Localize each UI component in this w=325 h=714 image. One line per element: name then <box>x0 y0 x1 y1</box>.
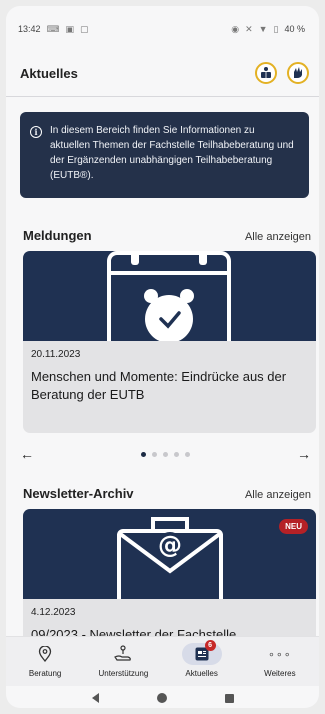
pagination-dot[interactable] <box>163 451 168 457</box>
app-screen: 13:42 ⌨ ▣ ▢ ◉ ✕ ▼ ▯ 40 % Aktuelles i In … <box>6 6 319 708</box>
newsletter-see-all-link[interactable]: Alle anzeigen <box>245 489 311 501</box>
news-card-date: 20.11.2023 <box>31 349 81 360</box>
newsletter-section-header: Newsletter-Archiv Alle anzeigen <box>23 486 311 501</box>
nav-label: Unterstützung <box>98 669 149 678</box>
arrow-left-icon[interactable]: ← <box>20 446 34 462</box>
nav-icon-wrap <box>103 643 143 665</box>
pagination-dots <box>141 451 190 457</box>
more-icon: ∘∘∘ <box>268 648 292 661</box>
arrow-right-icon[interactable]: → <box>297 446 311 462</box>
info-box: i In diesem Bereich finden Sie Informati… <box>20 112 309 198</box>
newsletter-card-image: @ NEU <box>23 509 316 599</box>
nav-icon-wrap <box>25 643 65 665</box>
status-left: 13:42 ⌨ ▣ ▢ <box>18 24 89 35</box>
status-time: 13:42 <box>18 24 41 34</box>
pagination-dot[interactable] <box>152 451 157 457</box>
mail-envelope-icon: @ <box>117 517 223 599</box>
wifi-icon: ▼ <box>258 24 268 34</box>
battery-icon: ▯ <box>273 23 279 34</box>
notification-badge: 6 <box>204 640 216 651</box>
bottom-nav: Beratung Unterstützung 6 Aktuelles ∘∘∘ W… <box>6 636 319 686</box>
nav-item-weiteres[interactable]: ∘∘∘ Weiteres <box>244 643 316 679</box>
new-badge: NEU <box>279 519 308 534</box>
mute-icon: ✕ <box>245 23 253 34</box>
location-icon: ◉ <box>231 23 240 34</box>
nav-icon-wrap: ∘∘∘ <box>260 643 300 665</box>
easy-read-button[interactable] <box>255 62 277 84</box>
info-text: In diesem Bereich finden Sie Information… <box>50 125 294 181</box>
news-card[interactable]: 20.11.2023 Menschen und Momente: Eindrüc… <box>23 251 316 433</box>
sign-language-icon <box>294 67 302 78</box>
news-card-image <box>23 251 316 341</box>
pagination-dot[interactable] <box>174 451 179 457</box>
app-bar-divider <box>6 96 319 97</box>
sim-icon: ▣ <box>65 23 75 34</box>
nav-label: Weiteres <box>264 669 296 678</box>
news-card-title: Menschen und Momente: Eindrücke aus der … <box>31 369 287 402</box>
svg-text:@: @ <box>158 531 182 559</box>
page-title: Aktuelles <box>20 65 78 81</box>
pagination-dot[interactable] <box>185 451 190 457</box>
newsletter-section-title: Newsletter-Archiv <box>23 486 134 501</box>
easy-read-icon <box>261 67 271 78</box>
system-recents-icon[interactable] <box>224 693 234 703</box>
nav-item-aktuelles[interactable]: 6 Aktuelles <box>166 640 238 678</box>
battery-level: 40 % <box>284 24 305 34</box>
news-section-header: Meldungen Alle anzeigen <box>23 228 311 243</box>
system-nav-bar <box>6 688 319 708</box>
system-back-icon[interactable] <box>91 693 99 703</box>
app-bar-actions <box>255 62 309 84</box>
image-icon: ▢ <box>80 23 89 34</box>
newsletter-card-date: 4.12.2023 <box>31 607 76 618</box>
info-icon: i <box>30 126 42 138</box>
news-see-all-link[interactable]: Alle anzeigen <box>245 231 311 243</box>
pagination-dot[interactable] <box>141 451 146 457</box>
news-carousel-nav: ← → <box>20 446 311 462</box>
nav-icon-wrap-active: 6 <box>181 640 222 665</box>
helping-hand-icon <box>114 645 132 661</box>
news-card-body: 20.11.2023 Menschen und Momente: Eindrüc… <box>23 341 316 404</box>
newsletter-card[interactable]: @ NEU 4.12.2023 09/2023 - Newsletter der… <box>23 509 316 649</box>
app-bar: Aktuelles <box>6 58 319 88</box>
text-input-icon: ⌨ <box>46 23 60 34</box>
system-home-icon[interactable] <box>156 693 167 703</box>
status-bar: 13:42 ⌨ ▣ ▢ ◉ ✕ ▼ ▯ 40 % <box>6 6 319 52</box>
sign-language-button[interactable] <box>287 62 309 84</box>
nav-label: Beratung <box>28 669 62 678</box>
nav-item-unterstuetzung[interactable]: Unterstützung <box>87 643 159 678</box>
alarm-clock-icon <box>107 251 231 341</box>
news-section-title: Meldungen <box>23 228 92 243</box>
nav-label: Aktuelles <box>185 669 218 678</box>
status-right: ◉ ✕ ▼ ▯ 40 % <box>231 24 305 35</box>
nav-item-beratung[interactable]: Beratung <box>9 643 81 678</box>
location-pin-icon <box>38 646 52 662</box>
